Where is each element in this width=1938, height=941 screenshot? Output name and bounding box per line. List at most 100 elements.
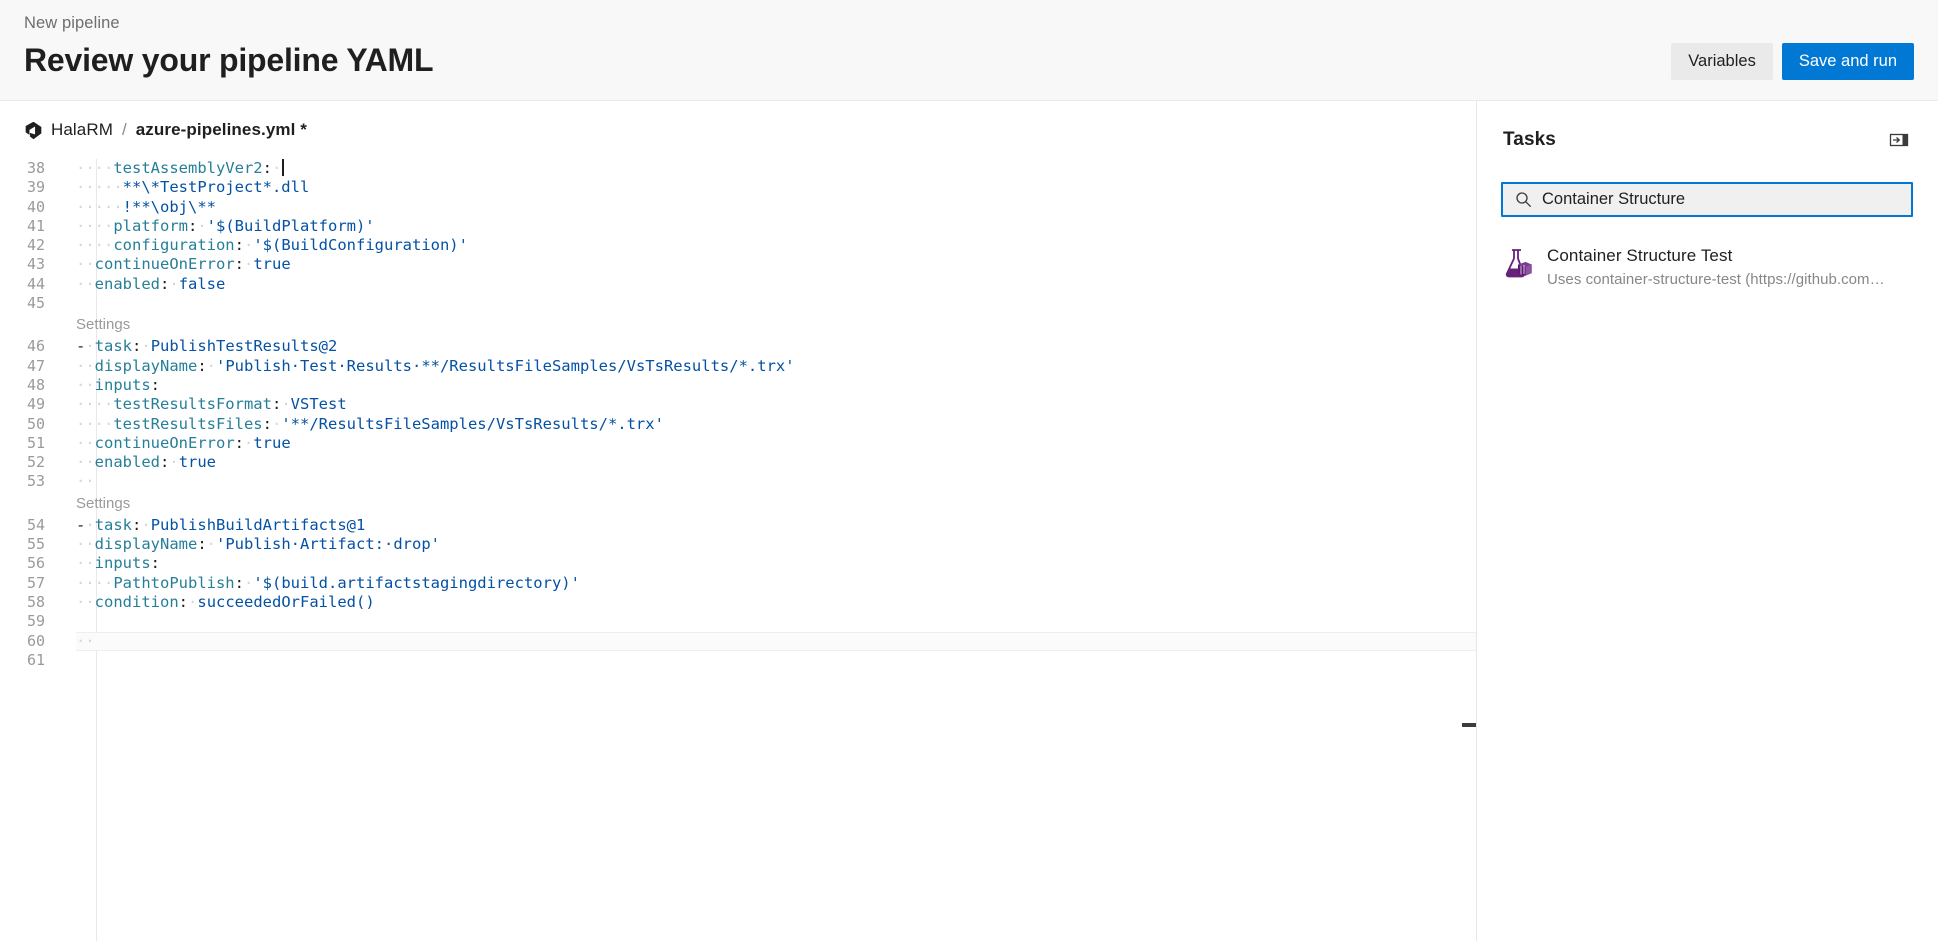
code-line[interactable]: 58 ··condition:·succeededOrFailed() (0, 593, 1476, 612)
code-line-text[interactable]: ··displayName:·'Publish·Test·Results·**/… (56, 357, 1476, 376)
code-line-text[interactable]: ·· (56, 632, 1476, 651)
code-line[interactable]: 43 ··continueOnError:·true (0, 255, 1476, 274)
code-line[interactable]: 56 ··inputs: (0, 554, 1476, 573)
code-line-text[interactable]: ··enabled:·false (56, 275, 1476, 294)
code-lines-container[interactable]: 38 ····testAssemblyVer2:· 39 ·····**\*TestP… (0, 159, 1476, 670)
code-token: 'Publish·Test·Results·**/ResultsFileSamp… (216, 356, 795, 375)
code-token: ·· (76, 535, 95, 554)
code-line[interactable]: 48 ··inputs: (0, 376, 1476, 395)
code-line[interactable]: 57 ····PathtoPublish:·'$(build.artifactst… (0, 574, 1476, 593)
code-token: : (150, 375, 161, 394)
code-token: : (197, 356, 207, 375)
task-result-item[interactable]: Container Structure Test Uses container-s… (1477, 235, 1937, 300)
code-line-text[interactable]: ····testResultsFiles:·'**/ResultsFileSam… (56, 415, 1476, 434)
code-line-text[interactable]: ··inputs: (56, 554, 1476, 573)
code-line-text[interactable]: ····platform:·'$(BuildPlatform)' (56, 217, 1476, 236)
code-line[interactable]: 61 (0, 651, 1476, 670)
code-line-text[interactable]: ····PathtoPublish:·'$(build.artifactstag… (56, 574, 1476, 593)
code-line[interactable]: 38 ····testAssemblyVer2:· (0, 159, 1476, 178)
code-token: · (271, 159, 282, 177)
code-line-text[interactable]: ·····**\*TestProject*.dll (56, 178, 1476, 197)
codelens-settings-link[interactable]: Settings (56, 492, 130, 516)
code-token: VSTest (290, 395, 347, 414)
code-token: configuration (113, 236, 235, 255)
code-token: ····· (76, 178, 123, 197)
code-token: : (197, 535, 207, 554)
overview-ruler[interactable] (1462, 159, 1476, 941)
code-token: · (85, 515, 95, 534)
code-line[interactable]: 45 (0, 294, 1476, 313)
code-token: true (253, 433, 291, 452)
code-line[interactable]: 50 ····testResultsFiles:·'**/ResultsFileS… (0, 415, 1476, 434)
code-line-text[interactable]: ··enabled:·true (56, 453, 1476, 472)
code-line-text[interactable] (56, 294, 1476, 313)
codelens-settings-link[interactable]: Settings (56, 313, 130, 337)
code-token: enabled (94, 453, 160, 472)
code-line-text[interactable]: ··displayName:·'Publish·Artifact:·drop' (56, 535, 1476, 554)
code-token: ···· (76, 236, 114, 255)
code-line-text[interactable]: ··inputs: (56, 376, 1476, 395)
code-token: : (178, 592, 189, 611)
code-line-text[interactable]: ····configuration:·'$(BuildConfiguration… (56, 236, 1476, 255)
code-line[interactable]: 53 ·· (0, 472, 1476, 491)
code-token: : (132, 515, 142, 534)
repo-name[interactable]: HalaRM (51, 120, 113, 140)
breadcrumb-eyebrow: New pipeline (24, 14, 120, 32)
code-line-text[interactable]: ····testAssemblyVer2:· (56, 159, 1476, 178)
code-line-text[interactable]: -·task:·PublishBuildArtifacts@1 (56, 516, 1476, 535)
code-line[interactable]: 51 ··continueOnError:·true (0, 434, 1476, 453)
code-line[interactable]: 41 ····platform:·'$(BuildPlatform)' (0, 217, 1476, 236)
code-token: displayName (94, 356, 198, 375)
code-line-text[interactable] (56, 651, 1476, 670)
save-and-run-button[interactable]: Save and run (1781, 43, 1914, 80)
code-token: · (169, 274, 179, 293)
code-line-text[interactable]: ··continueOnError:·true (56, 255, 1476, 274)
task-search-input[interactable] (1542, 190, 1901, 209)
task-search-box[interactable] (1501, 182, 1913, 217)
code-line-text[interactable]: ·····!**\obj\** (56, 198, 1476, 217)
line-number: 38 (26, 159, 45, 177)
variables-button[interactable]: Variables (1671, 43, 1773, 80)
file-name[interactable]: azure-pipelines.yml * (136, 120, 307, 140)
code-token: : (262, 159, 272, 177)
code-line[interactable]: 59 (0, 612, 1476, 631)
header-actions: Variables Save and run (1671, 43, 1914, 80)
breadcrumb-separator: / (122, 120, 127, 139)
code-line-text[interactable]: ··continueOnError:·true (56, 434, 1476, 453)
line-number: 61 (26, 650, 45, 669)
line-number: 43 (26, 255, 45, 274)
code-line-text[interactable]: ····testResultsFormat:·VSTest (56, 395, 1476, 414)
code-token: · (244, 255, 254, 274)
code-token: : (160, 274, 170, 293)
line-number: 52 (26, 453, 45, 472)
line-number: 53 (26, 472, 45, 491)
code-line[interactable]: 49 ····testResultsFormat:·VSTest (0, 395, 1476, 414)
code-token: false (178, 274, 226, 293)
code-line-text[interactable]: ·· (56, 472, 1476, 491)
code-line[interactable]: 42 ····configuration:·'$(BuildConfigurati… (0, 236, 1476, 255)
collapse-panel-icon[interactable] (1886, 129, 1912, 151)
code-token: !**\obj\** (122, 197, 216, 216)
code-line-text[interactable]: ··condition:·succeededOrFailed() (56, 593, 1476, 612)
code-line[interactable]: 60 ·· (0, 631, 1476, 651)
code-token: ·· (76, 453, 95, 472)
line-number: 48 (26, 375, 45, 394)
code-line[interactable]: 47 ··displayName:·'Publish·Test·Results·*… (0, 357, 1476, 376)
line-number: 42 (26, 236, 45, 255)
code-line[interactable]: 40 ·····!**\obj\** (0, 198, 1476, 217)
line-number: 57 (26, 573, 45, 592)
code-token: **\*TestProject*.dll (122, 178, 310, 197)
code-token: · (244, 573, 254, 592)
code-line-text[interactable] (56, 612, 1476, 631)
code-line[interactable]: 46 -·task:·PublishTestResults@2 (0, 337, 1476, 356)
code-line[interactable]: 54 -·task:·PublishBuildArtifacts@1 (0, 516, 1476, 535)
line-number: 47 (26, 356, 45, 375)
code-editor[interactable]: 38 ····testAssemblyVer2:· 39 ·····**\*TestP… (0, 159, 1476, 941)
code-line[interactable]: 39 ·····**\*TestProject*.dll (0, 178, 1476, 197)
code-line-text[interactable]: -·task:·PublishTestResults@2 (56, 337, 1476, 356)
code-line[interactable]: 44 ··enabled:·false (0, 275, 1476, 294)
code-line[interactable]: 52 ··enabled:·true (0, 453, 1476, 472)
code-line[interactable]: 55 ··displayName:·'Publish·Artifact:·drop… (0, 535, 1476, 554)
code-token: - (76, 337, 86, 356)
azure-repos-icon (24, 121, 43, 140)
